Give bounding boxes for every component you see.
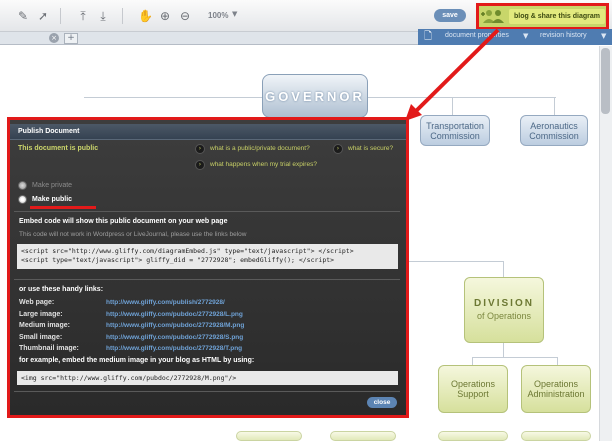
- link-label: Thumbnail image:: [19, 345, 79, 352]
- links-heading: or use these handy links:: [19, 286, 104, 293]
- add-tab-icon[interactable]: +: [64, 33, 78, 44]
- embed-note: This code will not work in Wordpress or …: [19, 231, 247, 238]
- chevron-down-icon[interactable]: ▼: [232, 10, 237, 18]
- public-private-help-link[interactable]: what is a public/private document?: [210, 145, 310, 152]
- partial-node[interactable]: [521, 431, 591, 441]
- connector-line: [368, 97, 556, 98]
- toolbar-divider: [122, 8, 123, 24]
- aeronautics-commission-node[interactable]: Aeronautics Commission: [520, 115, 588, 146]
- blog-share-button[interactable]: blog & share this diagram: [509, 9, 605, 24]
- connector-line: [84, 97, 262, 98]
- division-of-operations-node[interactable]: DIVISION of Operations: [464, 277, 544, 343]
- transportation-commission-node[interactable]: Transportation Commission: [420, 115, 490, 146]
- make-public-radio[interactable]: [18, 195, 27, 204]
- chevron-down-icon[interactable]: ▼: [601, 32, 606, 40]
- question-icon[interactable]: ›: [195, 144, 205, 154]
- question-icon[interactable]: ›: [195, 160, 205, 170]
- embed-heading: Embed code will show this public documen…: [19, 218, 228, 225]
- partial-node[interactable]: [438, 431, 508, 441]
- connector-line: [503, 343, 504, 357]
- node-label-line: Commission: [529, 130, 579, 141]
- document-properties-menu[interactable]: document properties: [445, 32, 509, 39]
- close-icon[interactable]: ×: [49, 33, 59, 43]
- connector-line: [409, 261, 503, 262]
- governor-node[interactable]: GOVERNOR: [262, 74, 368, 118]
- close-button[interactable]: close: [367, 397, 397, 408]
- operations-administration-node[interactable]: Operations Administration: [521, 365, 591, 413]
- zoom-in-icon[interactable]: ⊕: [158, 9, 172, 23]
- connector-line: [452, 97, 453, 115]
- node-label-line: Operations: [533, 379, 579, 389]
- link-label: Medium image:: [19, 322, 70, 329]
- pointer-icon[interactable]: ➚: [36, 9, 50, 23]
- scrollbar-thumb[interactable]: [601, 48, 610, 114]
- connector-line: [554, 97, 555, 115]
- highlight-underline: [30, 206, 96, 209]
- connector-line: [503, 261, 504, 277]
- operations-support-node[interactable]: Operations Support: [438, 365, 508, 413]
- document-icon: 🗋: [424, 31, 433, 42]
- secure-help-link[interactable]: what is secure?: [348, 145, 393, 152]
- make-private-label[interactable]: Make private: [32, 182, 72, 189]
- web-page-link[interactable]: http://www.gliffy.com/publish/2772928/: [106, 299, 225, 306]
- chevron-down-icon[interactable]: ▼: [523, 32, 528, 40]
- trial-expires-help-link[interactable]: what happens when my trial expires?: [210, 161, 317, 168]
- node-label-line: Operations: [450, 379, 496, 389]
- save-button[interactable]: save: [434, 9, 466, 22]
- link-label: Web page:: [19, 299, 55, 306]
- node-label-line: Transportation: [426, 120, 484, 131]
- public-status-text: This document is public: [18, 145, 99, 152]
- node-title: DIVISION: [474, 298, 534, 309]
- thumbnail-image-link[interactable]: http://www.gliffy.com/pubdoc/2772928/T.p…: [106, 345, 242, 352]
- example-heading: for example, embed the medium image in y…: [19, 357, 255, 364]
- small-image-link[interactable]: http://www.gliffy.com/pubdoc/2772928/S.p…: [106, 334, 243, 341]
- make-public-label[interactable]: Make public: [32, 196, 72, 203]
- connector-line: [557, 357, 558, 365]
- section-divider: [14, 211, 400, 212]
- revision-history-menu[interactable]: revision history: [540, 32, 587, 39]
- section-divider: [14, 279, 400, 280]
- node-subtitle: of Operations: [476, 311, 532, 321]
- dialog-title: Publish Document: [18, 128, 80, 135]
- medium-image-link[interactable]: http://www.gliffy.com/pubdoc/2772928/M.p…: [106, 322, 244, 329]
- zoom-out-icon[interactable]: ⊖: [178, 9, 192, 23]
- make-private-radio[interactable]: [18, 181, 27, 190]
- zoom-level[interactable]: 100%: [208, 11, 228, 20]
- connector-line: [472, 357, 473, 365]
- toolbar-divider: [60, 8, 61, 24]
- users-icon[interactable]: [480, 8, 506, 24]
- large-image-link[interactable]: http://www.gliffy.com/pubdoc/2772928/L.p…: [106, 311, 243, 318]
- partial-node[interactable]: [236, 431, 302, 441]
- hand-pan-icon[interactable]: ✋: [138, 9, 153, 23]
- node-label-line: Commission: [430, 130, 480, 141]
- connector-line: [472, 357, 558, 358]
- question-icon[interactable]: ›: [333, 144, 343, 154]
- embed-code-textarea[interactable]: <script src="http://www.gliffy.com/diagr…: [17, 244, 398, 269]
- pencil-icon[interactable]: ✎: [16, 9, 30, 23]
- link-label: Large image:: [19, 311, 63, 318]
- node-label-line: Administration: [527, 389, 585, 399]
- example-code-field[interactable]: <img src="http://www.gliffy.com/pubdoc/2…: [17, 371, 398, 385]
- link-label: Small image:: [19, 334, 63, 341]
- send-backward-icon[interactable]: ⤓: [96, 9, 110, 23]
- node-label-line: Support: [457, 389, 489, 399]
- partial-node[interactable]: [330, 431, 396, 441]
- node-label-line: Aeronautics: [530, 120, 578, 131]
- section-divider: [14, 391, 400, 392]
- bring-forward-icon[interactable]: ⤒: [76, 9, 90, 23]
